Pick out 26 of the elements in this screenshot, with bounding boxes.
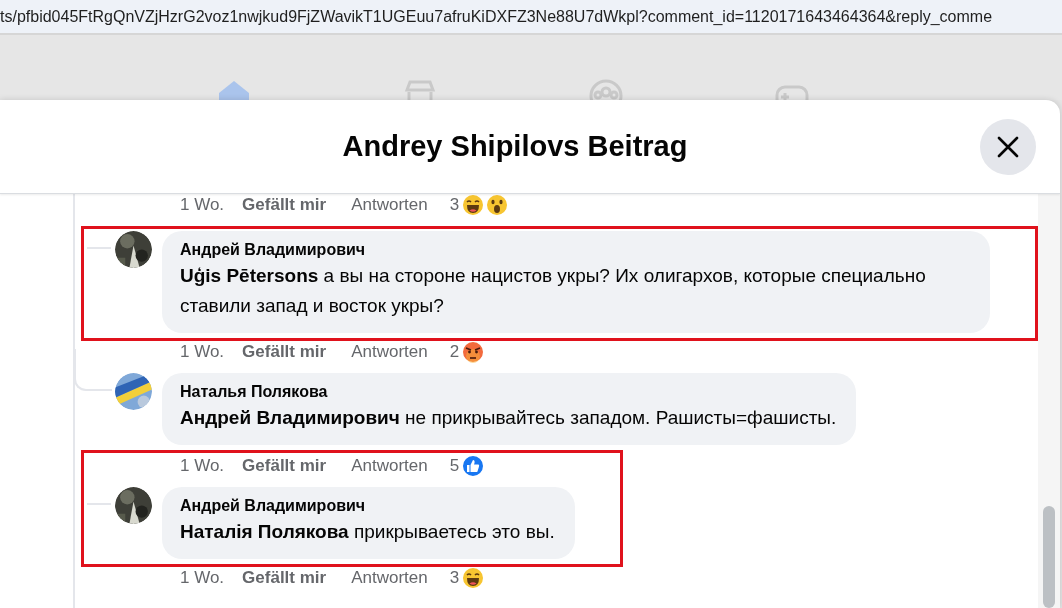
like-link[interactable]: Gefällt mir	[242, 456, 327, 476]
like-link[interactable]: Gefällt mir	[242, 195, 327, 215]
reply-link[interactable]: Antworten	[351, 456, 428, 476]
reaction-count: 2	[449, 342, 460, 362]
comment-time: 1 Wo.	[180, 568, 225, 588]
scrollbar[interactable]	[1038, 194, 1060, 608]
like-link[interactable]: Gefällt mir	[242, 342, 327, 362]
close-button[interactable]	[980, 119, 1036, 175]
reaction-count: 3	[449, 568, 460, 588]
close-icon	[996, 135, 1020, 159]
comment-author[interactable]: Наталья Полякова	[180, 383, 837, 401]
comment-time: 1 Wo.	[180, 195, 225, 215]
comment-text: Uģis Pētersons а вы на стороне нацистов укры? Их олигархов, которые специально ставили запад и восток укры?	[180, 264, 927, 318]
comment-author[interactable]: Андрей Владимирович	[180, 241, 970, 259]
reply-link[interactable]: Antworten	[351, 195, 428, 215]
reply-link[interactable]: Antworten	[351, 568, 428, 588]
comment-text: Андрей Владимирович не прикрывайтесь западом. Рашисты=фашисты.	[180, 406, 837, 430]
reaction-count: 3	[449, 195, 460, 215]
comment-time: 1 Wo.	[180, 342, 225, 362]
reaction-count: 5	[449, 456, 460, 476]
comment-text: Наталія Полякова прикрываетесь это вы.	[180, 520, 555, 544]
comment-author[interactable]: Андрей Владимирович	[180, 497, 555, 515]
comment-time: 1 Wo.	[180, 456, 225, 476]
dialog-title: Andrey Shipilovs Beitrag	[342, 130, 688, 163]
reply-link[interactable]: Antworten	[351, 342, 428, 362]
like-link[interactable]: Gefällt mir	[242, 568, 327, 588]
